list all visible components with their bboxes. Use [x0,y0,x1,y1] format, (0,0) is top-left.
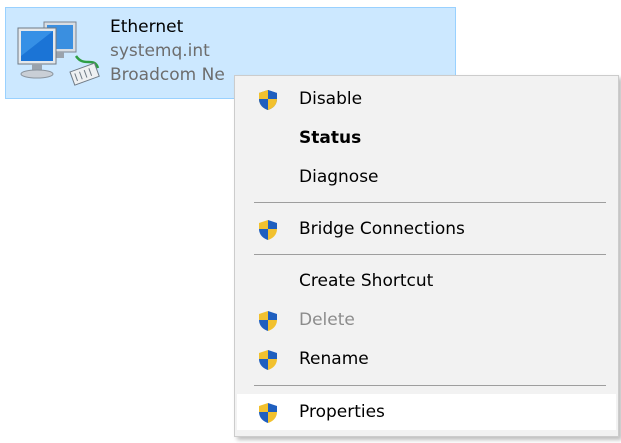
uac-shield-icon [259,90,277,110]
menu-item-label: Rename [299,349,369,369]
adapter-name: Ethernet [110,17,184,37]
network-adapter-icon [17,21,100,86]
menu-item-properties[interactable]: Properties [237,394,616,430]
menu-item-diagnose[interactable]: Diagnose [237,159,616,195]
menu-item-delete[interactable]: Delete [237,302,616,338]
menu-item-label: Create Shortcut [299,271,434,291]
menu-item-label: Properties [299,402,385,422]
menu-item-rename[interactable]: Rename [237,341,616,377]
menu-item-label: Delete [299,310,355,330]
menu-separator [254,254,606,255]
uac-shield-icon [259,403,277,423]
menu-item-label: Disable [299,89,363,109]
uac-shield-icon [259,350,277,370]
menu-separator [254,202,606,203]
context-menu: Disable Status Diagnose Bridge Connectio… [234,75,619,437]
adapter-device: Broadcom Ne [110,65,225,85]
adapter-domain: systemq.int [110,41,210,61]
menu-item-disable[interactable]: Disable [237,81,616,117]
menu-item-status[interactable]: Status [237,120,616,156]
menu-separator [254,385,606,386]
desktop-canvas: Ethernet systemq.int Broadcom Ne Disable… [0,0,621,443]
menu-item-label: Bridge Connections [299,219,465,239]
uac-shield-icon [259,220,277,240]
menu-item-label: Diagnose [299,167,379,187]
adapter-text-block: Ethernet systemq.int Broadcom Ne [110,15,225,87]
uac-shield-icon [259,311,277,331]
menu-item-create-shortcut[interactable]: Create Shortcut [237,263,616,299]
menu-item-bridge-connections[interactable]: Bridge Connections [237,211,616,247]
menu-item-label: Status [299,128,362,148]
